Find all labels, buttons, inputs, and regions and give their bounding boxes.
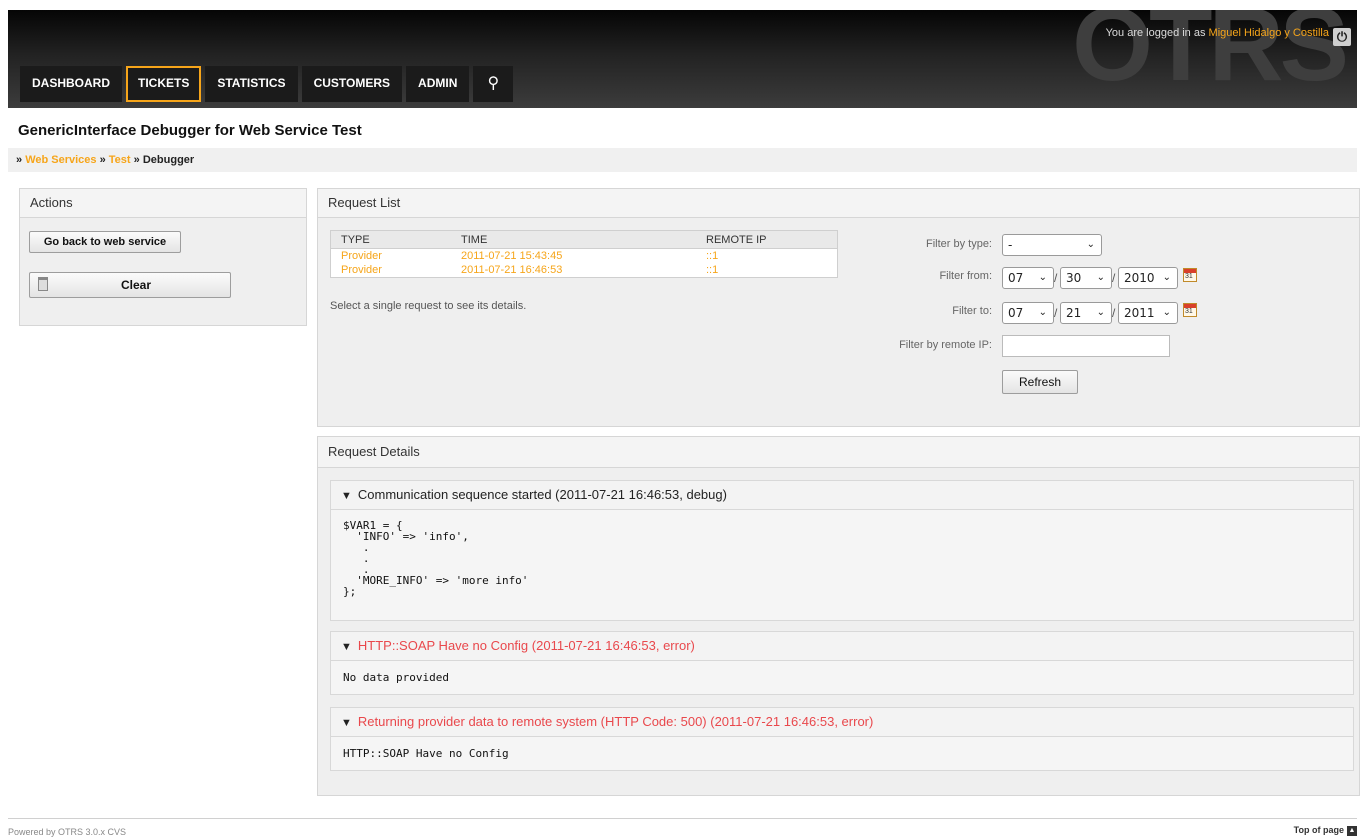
chevron-down-icon: ⌄ — [1096, 307, 1105, 318]
chevron-down-icon: ⌄ — [1096, 272, 1105, 283]
cell-ip[interactable]: ::1 — [696, 249, 838, 264]
filter-to-year[interactable]: 2011 ⌄ — [1118, 302, 1178, 324]
nav-customers[interactable]: CUSTOMERS — [301, 66, 403, 102]
detail-entry-data: $VAR1 = { 'INFO' => 'info', . . . 'MORE_… — [343, 519, 529, 598]
detail-entry-data: HTTP::SOAP Have no Config — [343, 747, 509, 760]
refresh-button[interactable]: Refresh — [1002, 370, 1078, 394]
from-day-value: 30 — [1066, 271, 1082, 285]
request-table: TYPE TIME REMOTE IP Provider 2011-07-21 … — [330, 230, 838, 278]
cell-ip[interactable]: ::1 — [696, 263, 838, 278]
login-prefix: You are logged in as — [1105, 27, 1206, 39]
from-month-value: 07 — [1008, 271, 1024, 285]
filter-ip-label: Filter by remote IP: — [899, 339, 992, 351]
detail-entry: ▼ Communication sequence started (2011-07… — [330, 480, 1354, 621]
trash-icon — [38, 277, 48, 291]
filter-type-value: - — [1008, 238, 1013, 252]
triangle-down-icon: ▼ — [341, 717, 352, 729]
chevron-down-icon: ⌄ — [1162, 307, 1171, 318]
detail-entry-data: No data provided — [343, 671, 449, 684]
date-separator: / — [1112, 271, 1116, 285]
request-list-widget: Request List TYPE TIME REMOTE IP Provide… — [317, 188, 1360, 427]
filter-from-year[interactable]: 2010 ⌄ — [1118, 267, 1178, 289]
to-month-value: 07 — [1008, 306, 1024, 320]
detail-entry-toggle[interactable]: ▼ Communication sequence started (2011-07… — [331, 481, 1353, 510]
col-type: TYPE — [330, 230, 451, 249]
date-separator: / — [1054, 306, 1058, 320]
chevron-down-icon: ⌄ — [1086, 239, 1095, 250]
filter-from-month[interactable]: 07 ⌄ — [1002, 267, 1054, 289]
filter-type-select[interactable]: - ⌄ — [1002, 234, 1102, 256]
cell-time[interactable]: 2011-07-21 16:46:53 — [451, 263, 696, 278]
header-bar: OTRS You are logged in as Miguel Hidalgo… — [8, 10, 1357, 108]
chevron-down-icon: ⌄ — [1038, 307, 1047, 318]
top-of-page-label: Top of page — [1293, 825, 1344, 835]
triangle-down-icon: ▼ — [341, 490, 352, 502]
power-icon[interactable]: ⏻ — [1333, 28, 1351, 46]
table-row[interactable]: Provider 2011-07-21 16:46:53 ::1 — [331, 263, 838, 278]
actions-widget: Actions Go back to web service Clear — [19, 188, 307, 326]
request-details-title: Request Details — [318, 437, 1359, 468]
cell-type[interactable]: Provider — [331, 263, 452, 278]
detail-entry-toggle[interactable]: ▼ Returning provider data to remote syste… — [331, 708, 1353, 737]
clear-label: Clear — [120, 278, 152, 292]
main-navigation: DASHBOARD TICKETS STATISTICS CUSTOMERS A… — [20, 66, 517, 102]
to-day-value: 21 — [1066, 306, 1082, 320]
filter-to-month[interactable]: 07 ⌄ — [1002, 302, 1054, 324]
date-separator: / — [1112, 306, 1116, 320]
go-back-button[interactable]: Go back to web service — [29, 231, 181, 253]
top-of-page-link[interactable]: Top of page ▲ — [1294, 825, 1357, 836]
chevron-down-icon: ⌄ — [1038, 272, 1047, 283]
cell-time[interactable]: 2011-07-21 15:43:45 — [451, 249, 696, 264]
filter-from-label: Filter from: — [939, 270, 992, 282]
detail-entry-toggle[interactable]: ▼ HTTP::SOAP Have no Config (2011-07-21 1… — [331, 632, 1353, 661]
filter-from-day[interactable]: 30 ⌄ — [1060, 267, 1112, 289]
actions-title: Actions — [20, 189, 306, 218]
detail-entry-summary: HTTP::SOAP Have no Config (2011-07-21 16… — [357, 638, 695, 653]
chevron-down-icon: ⌄ — [1162, 272, 1171, 283]
detail-entry-summary: Communication sequence started (2011-07-… — [357, 487, 727, 502]
detail-entry-summary: Returning provider data to remote system… — [357, 714, 874, 729]
calendar-day: 31 — [1185, 273, 1193, 280]
calendar-icon[interactable]: 31 — [1183, 303, 1197, 317]
breadcrumb: » Web Services » Test » Debugger — [8, 148, 1357, 172]
clear-button[interactable]: Clear — [29, 272, 231, 298]
date-separator: / — [1054, 271, 1058, 285]
col-remote-ip: REMOTE IP — [696, 230, 838, 249]
filter-type-label: Filter by type: — [925, 238, 992, 250]
col-time: TIME — [451, 230, 696, 249]
filter-ip-input[interactable] — [1002, 335, 1170, 357]
triangle-down-icon: ▼ — [341, 641, 352, 653]
table-row[interactable]: Provider 2011-07-21 15:43:45 ::1 — [331, 249, 838, 264]
request-list-hint: Select a single request to see its detai… — [330, 300, 527, 312]
request-details-widget: Request Details ▼ Communication sequence … — [317, 436, 1360, 796]
nav-statistics[interactable]: STATISTICS — [205, 66, 298, 102]
calendar-day: 31 — [1185, 308, 1193, 315]
breadcrumb-web-services[interactable]: Web Services — [25, 154, 96, 166]
filter-to-label: Filter to: — [952, 305, 992, 317]
request-list-title: Request List — [318, 189, 1359, 218]
from-year-value: 2010 — [1124, 271, 1155, 285]
powered-by-link[interactable]: Powered by OTRS 3.0.x CVS — [8, 827, 126, 837]
search-icon[interactable]: ⚲ — [473, 66, 514, 102]
to-year-value: 2011 — [1124, 306, 1155, 320]
breadcrumb-separator: » — [99, 154, 106, 166]
page-title: GenericInterface Debugger for Web Servic… — [18, 122, 362, 139]
otrs-logo: OTRS — [1072, 10, 1349, 103]
cell-type[interactable]: Provider — [331, 249, 452, 264]
breadcrumb-test[interactable]: Test — [109, 154, 131, 166]
footer-divider — [8, 818, 1357, 819]
detail-entry: ▼ HTTP::SOAP Have no Config (2011-07-21 1… — [330, 631, 1354, 695]
login-info: You are logged in as Miguel Hidalgo y Co… — [1106, 27, 1329, 39]
calendar-icon[interactable]: 31 — [1183, 268, 1197, 282]
breadcrumb-debugger: Debugger — [142, 154, 195, 166]
nav-dashboard[interactable]: DASHBOARD — [20, 66, 122, 102]
breadcrumb-separator: » — [16, 154, 23, 166]
breadcrumb-separator: » — [133, 154, 140, 166]
nav-tickets[interactable]: TICKETS — [126, 66, 202, 102]
arrow-up-icon: ▲ — [1347, 825, 1357, 836]
detail-entry: ▼ Returning provider data to remote syste… — [330, 707, 1354, 771]
user-name-link[interactable]: Miguel Hidalgo y Costilla — [1209, 27, 1329, 39]
filter-to-day[interactable]: 21 ⌄ — [1060, 302, 1112, 324]
nav-admin[interactable]: ADMIN — [406, 66, 470, 102]
